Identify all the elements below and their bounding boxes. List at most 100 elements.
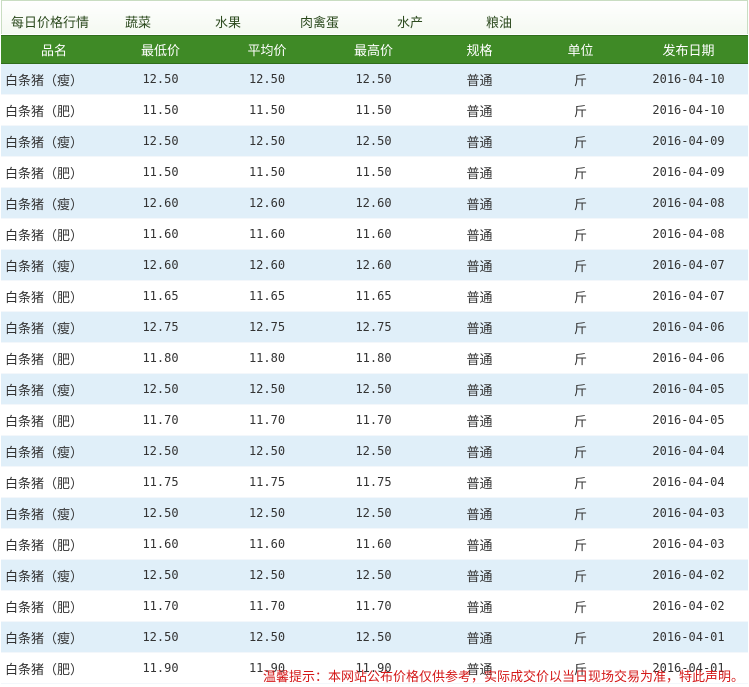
avg-price-cell: 11.65 (214, 280, 320, 312)
table-row: 白条猪（瘦） 12.50 12.50 12.50 普通斤 2016-04-05 (1, 373, 748, 405)
date-cell: 2016-04-04 (629, 435, 748, 467)
product-name-cell: 白条猪（肥） (1, 590, 107, 622)
max-price-cell: 11.60 (320, 218, 427, 250)
product-name-cell: 白条猪（瘦） (1, 125, 107, 157)
max-price-cell: 11.70 (320, 404, 427, 436)
tab-aquatic[interactable]: 水产 (397, 12, 423, 31)
col-header-unit: 单位 (532, 35, 629, 64)
spec-cell: 普通 (427, 404, 532, 436)
category-tab-bar: 每日价格行情 蔬菜 水果 肉禽蛋 水产 粮油 (1, 0, 748, 34)
date-cell: 2016-04-06 (629, 342, 748, 374)
spec-cell: 普通 (427, 466, 532, 498)
min-price-cell: 12.75 (107, 311, 214, 343)
product-name-cell: 白条猪（瘦） (1, 497, 107, 529)
avg-price-cell: 12.50 (214, 621, 320, 653)
spec-cell: 普通 (427, 435, 532, 467)
max-price-cell: 12.60 (320, 249, 427, 281)
avg-price-cell: 12.50 (214, 559, 320, 591)
spec-cell: 普通 (427, 342, 532, 374)
col-header-avg: 平均价 (214, 35, 320, 64)
avg-price-cell: 12.60 (214, 249, 320, 281)
min-price-cell: 12.50 (107, 621, 214, 653)
min-price-cell: 11.70 (107, 404, 214, 436)
avg-price-cell: 11.70 (214, 404, 320, 436)
avg-price-cell: 11.50 (214, 94, 320, 126)
table-row: 白条猪（瘦） 12.50 12.50 12.50 普通斤 2016-04-09 (1, 125, 748, 157)
table-row: 白条猪（肥） 11.75 11.75 11.75 普通斤 2016-04-04 (1, 466, 748, 498)
col-header-date: 发布日期 (629, 35, 748, 64)
product-name-cell: 白条猪（肥） (1, 156, 107, 188)
min-price-cell: 11.50 (107, 156, 214, 188)
product-name-cell: 白条猪（肥） (1, 652, 107, 684)
date-cell: 2016-04-04 (629, 466, 748, 498)
table-row: 白条猪（肥） 11.80 11.80 11.80 普通斤 2016-04-06 (1, 342, 748, 374)
max-price-cell: 12.50 (320, 435, 427, 467)
unit-cell: 斤 (532, 559, 629, 591)
table-row: 白条猪（肥） 11.60 11.60 11.60 普通斤 2016-04-08 (1, 218, 748, 250)
col-header-spec: 规格 (427, 35, 532, 64)
max-price-cell: 12.50 (320, 621, 427, 653)
max-price-cell: 11.65 (320, 280, 427, 312)
spec-cell: 普通 (427, 125, 532, 157)
tab-daily-prices[interactable]: 每日价格行情 (11, 12, 89, 31)
product-name-cell: 白条猪（瘦） (1, 621, 107, 653)
avg-price-cell: 11.70 (214, 590, 320, 622)
product-name-cell: 白条猪（肥） (1, 94, 107, 126)
max-price-cell: 12.50 (320, 63, 427, 95)
spec-cell: 普通 (427, 63, 532, 95)
table-row: 白条猪（瘦） 12.50 12.50 12.50 普通斤 2016-04-04 (1, 435, 748, 467)
min-price-cell: 12.60 (107, 187, 214, 219)
min-price-cell: 11.75 (107, 466, 214, 498)
min-price-cell: 12.50 (107, 125, 214, 157)
unit-cell: 斤 (532, 311, 629, 343)
min-price-cell: 12.50 (107, 559, 214, 591)
col-header-min: 最低价 (107, 35, 214, 64)
date-cell: 2016-04-06 (629, 311, 748, 343)
min-price-cell: 11.80 (107, 342, 214, 374)
tab-vegetables[interactable]: 蔬菜 (125, 12, 151, 31)
product-name-cell: 白条猪（瘦） (1, 311, 107, 343)
avg-price-cell: 12.50 (214, 125, 320, 157)
avg-price-cell: 12.50 (214, 497, 320, 529)
tab-fruits[interactable]: 水果 (215, 12, 241, 31)
spec-cell: 普通 (427, 94, 532, 126)
product-name-cell: 白条猪（瘦） (1, 249, 107, 281)
unit-cell: 斤 (532, 590, 629, 622)
spec-cell: 普通 (427, 218, 532, 250)
col-header-name: 品名 (1, 35, 107, 64)
unit-cell: 斤 (532, 125, 629, 157)
spec-cell: 普通 (427, 621, 532, 653)
unit-cell: 斤 (532, 373, 629, 405)
max-price-cell: 11.80 (320, 342, 427, 374)
unit-cell: 斤 (532, 63, 629, 95)
avg-price-cell: 11.60 (214, 218, 320, 250)
table-row: 白条猪（肥） 11.65 11.65 11.65 普通斤 2016-04-07 (1, 280, 748, 312)
table-row: 白条猪（肥） 11.70 11.70 11.70 普通斤 2016-04-02 (1, 590, 748, 622)
date-cell: 2016-04-10 (629, 94, 748, 126)
spec-cell: 普通 (427, 311, 532, 343)
product-name-cell: 白条猪（肥） (1, 218, 107, 250)
avg-price-cell: 11.60 (214, 528, 320, 560)
table-row: 白条猪（肥） 11.70 11.70 11.70 普通斤 2016-04-05 (1, 404, 748, 436)
min-price-cell: 12.60 (107, 249, 214, 281)
avg-price-cell: 12.60 (214, 187, 320, 219)
product-name-cell: 白条猪（瘦） (1, 63, 107, 95)
price-table-body: 白条猪（瘦） 12.50 12.50 12.50 普通斤 2016-04-10 白条猪（肥）… (1, 63, 748, 684)
avg-price-cell: 12.50 (214, 63, 320, 95)
price-page: 每日价格行情 蔬菜 水果 肉禽蛋 水产 粮油 品名 最低价 平均价 最高价 规格… (1, 0, 748, 687)
tab-grain-oil[interactable]: 粮油 (486, 12, 512, 31)
table-row: 白条猪（肥） 11.50 11.50 11.50 普通斤 2016-04-09 (1, 156, 748, 188)
avg-price-cell: 12.75 (214, 311, 320, 343)
table-row: 白条猪（肥） 11.60 11.60 11.60 普通斤 2016-04-03 (1, 528, 748, 560)
spec-cell: 普通 (427, 156, 532, 188)
product-name-cell: 白条猪（瘦） (1, 373, 107, 405)
min-price-cell: 12.50 (107, 435, 214, 467)
product-name-cell: 白条猪（肥） (1, 466, 107, 498)
date-cell: 2016-04-08 (629, 218, 748, 250)
unit-cell: 斤 (532, 218, 629, 250)
spec-cell: 普通 (427, 249, 532, 281)
date-cell: 2016-04-03 (629, 528, 748, 560)
tab-meat-poultry-eggs[interactable]: 肉禽蛋 (300, 12, 339, 31)
max-price-cell: 12.50 (320, 559, 427, 591)
date-cell: 2016-04-10 (629, 63, 748, 95)
